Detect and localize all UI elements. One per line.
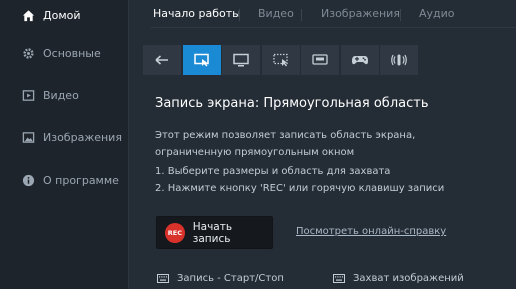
keyboard-icon	[333, 274, 345, 283]
tab-getting-started[interactable]: Начало работы	[153, 7, 241, 20]
video-icon	[21, 88, 35, 102]
sidebar-item-label: Основные	[43, 46, 101, 60]
sidebar-item-video[interactable]: Видео	[0, 80, 128, 110]
mode-title: Запись экрана: Прямоугольная область	[155, 96, 429, 111]
audio-icon	[391, 54, 407, 66]
sidebar: Домой Основные Видео Изображения О прогр…	[0, 0, 129, 289]
audio-mode-button[interactable]	[380, 45, 418, 75]
gamepad-icon	[351, 56, 368, 65]
online-help-link[interactable]: Посмотреть онлайн-справку	[296, 226, 446, 237]
sidebar-item-label: Изображения	[43, 130, 122, 144]
tab-video[interactable]: Видео	[258, 7, 294, 20]
region-select-icon	[272, 53, 288, 67]
fullscreen-mode-button[interactable]	[222, 45, 260, 75]
step-2: 2. Нажмите кнопку 'REC' или горячую клав…	[155, 183, 445, 194]
rectangle-area-icon	[193, 53, 209, 67]
back-button[interactable]	[143, 45, 181, 75]
sidebar-item-home[interactable]: Домой	[0, 0, 128, 30]
hotkey-capture[interactable]: Захват изображений	[333, 273, 464, 284]
tab-separator	[239, 9, 240, 21]
tab-separator	[301, 9, 302, 21]
region-select-mode-button[interactable]	[261, 45, 300, 75]
sidebar-item-label: Домой	[43, 8, 81, 22]
tab-images[interactable]: Изображения	[321, 7, 400, 20]
hotkey-capture-label: Захват изображений	[353, 273, 464, 284]
mode-description-text: Этот режим позволяет записать область эк…	[155, 130, 416, 158]
game-mode-button[interactable]	[340, 45, 379, 75]
device-mode-button[interactable]	[301, 45, 339, 75]
image-icon	[21, 130, 35, 144]
rec-icon: REC	[165, 222, 185, 243]
tab-divider	[151, 27, 516, 28]
mode-steps: 1. Выберите размеры и область для захват…	[155, 163, 475, 197]
hdmi-device-icon	[312, 54, 328, 65]
sidebar-item-label: Видео	[43, 88, 79, 102]
tab-audio[interactable]: Аудио	[419, 7, 455, 20]
info-icon	[21, 173, 35, 187]
start-recording-button[interactable]: REC Начать запись	[156, 216, 273, 249]
hotkey-record-label: Запись - Старт/Стоп	[177, 273, 284, 284]
home-icon	[21, 8, 35, 22]
sidebar-item-images[interactable]: Изображения	[0, 122, 128, 152]
rectangle-area-mode-button[interactable]	[182, 45, 221, 75]
mode-description: Запись экрана: Прямоугольная область Это…	[155, 96, 500, 194]
step-1: 1. Выберите размеры и область для захват…	[155, 166, 391, 177]
sidebar-item-about[interactable]: О программе	[0, 165, 128, 195]
tab-separator	[400, 9, 401, 21]
start-recording-label: Начать запись	[192, 220, 233, 245]
sidebar-item-general[interactable]: Основные	[0, 38, 128, 68]
back-arrow-icon	[155, 55, 168, 65]
tab-bar: Начало работы Видео Изображения Аудио	[129, 0, 516, 30]
keyboard-icon	[157, 274, 169, 283]
monitor-icon	[233, 53, 249, 67]
sidebar-item-label: О программе	[43, 173, 119, 187]
hotkey-record[interactable]: Запись - Старт/Стоп	[157, 273, 284, 284]
gear-icon	[21, 46, 35, 60]
mode-toolbar	[143, 45, 509, 75]
